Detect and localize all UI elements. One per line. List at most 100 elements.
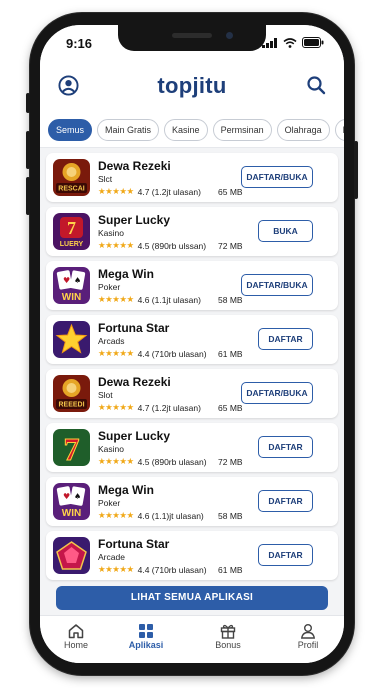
chip-olahraga[interactable]: Olahraga [276, 119, 330, 141]
svg-text:♠: ♠ [74, 492, 81, 501]
app-name: Mega Win [98, 483, 154, 497]
register-button[interactable]: DAFTAR [258, 544, 313, 566]
rating-stars: ★★★★★ [98, 186, 134, 196]
register-open-button[interactable]: DAFTAR/BUKA [241, 166, 313, 188]
rating-stars: ★★★★★ [98, 240, 134, 250]
register-open-button[interactable]: DAFTAR/BUKA [241, 274, 313, 296]
phone-frame: 9:16 topjitu Semus Main Gratis Kasine Pe… [26, 13, 358, 675]
app-card[interactable]: RESCAI Dewa Rezeki Slct ★★★★★ 4.7 (1.2jt … [46, 153, 338, 202]
svg-text:♥: ♥ [63, 276, 70, 285]
wifi-icon [283, 37, 297, 48]
app-rating: 4.5 (890rb ulssan) [137, 240, 207, 251]
silent-switch [26, 93, 30, 113]
app-card[interactable]: 7 LUERY Super Lucky Kasino ★★★★★ 4.5 (890… [46, 207, 338, 256]
dewa-rezeki-icon: REEEDI [53, 375, 90, 412]
chip-main-gratis[interactable]: Main Gratis [97, 119, 160, 141]
register-open-button[interactable]: DAFTAR/BUKA [241, 382, 313, 404]
super-lucky-icon: 7 LUERY [53, 213, 90, 250]
tab-home[interactable]: Home [46, 622, 106, 650]
app-name: Dewa Rezeki [98, 159, 171, 173]
app-rating: 4.6 (1.1)jt ulasan) [137, 510, 204, 521]
rating-stars: ★★★★★ [98, 294, 134, 304]
tab-aplikasi[interactable]: Aplikasi [116, 622, 176, 650]
app-card[interactable]: 7 Super Lucky Kasino ★★★★★ 4.5 (890rb ula… [46, 423, 338, 472]
chip-lainnya[interactable]: Laimy [334, 119, 344, 141]
volume-up-button [26, 131, 30, 169]
app-size: 72 MB [218, 241, 243, 251]
app-rating: 4.4 (710rb ulasan) [137, 564, 207, 575]
app-name: Mega Win [98, 267, 154, 281]
category-chips: Semus Main Gratis Kasine Permsinan Olahr… [40, 113, 344, 148]
svg-text:WIN: WIN [62, 292, 81, 303]
app-name: Super Lucky [98, 213, 171, 227]
search-icon[interactable] [306, 75, 326, 95]
screen: 9:16 topjitu Semus Main Gratis Kasine Pe… [40, 25, 344, 663]
chip-semua[interactable]: Semus [48, 119, 93, 141]
tab-profil[interactable]: Profil [278, 622, 338, 650]
brand-logo[interactable]: topjitu [40, 73, 344, 99]
app-size: 72 MB [218, 457, 243, 467]
app-rating: 4.7 (1.2jt ulasan) [137, 402, 201, 413]
app-name: Fortuna Star [98, 537, 170, 551]
app-category: Arcade [98, 552, 125, 562]
app-header: topjitu [40, 61, 344, 113]
rating-stars: ★★★★★ [98, 456, 134, 466]
app-size: 65 MB [218, 403, 243, 413]
svg-text:RESCAI: RESCAI [58, 186, 85, 193]
app-rating: 4.7 (1.2jt ulasan) [137, 186, 201, 197]
dewa-rezeki-icon: RESCAI [53, 159, 90, 196]
app-rating: 4.5 (890rb ulasan) [137, 456, 207, 467]
app-size: 65 MB [218, 187, 243, 197]
app-size: 58 MB [218, 511, 243, 521]
svg-text:WIN: WIN [62, 508, 81, 519]
user-icon [301, 624, 315, 639]
gift-icon [220, 624, 236, 639]
open-button[interactable]: BUKA [258, 220, 313, 242]
app-card[interactable]: Fortuna Star Arcads ★★★★★ 4.4 (710rb ulas… [46, 315, 338, 364]
battery-icon [302, 37, 324, 48]
tab-label: Aplikasi [128, 640, 164, 650]
svg-text:♠: ♠ [74, 276, 81, 285]
app-card[interactable]: REEEDI Dewa Rezeki Slot ★★★★★ 4.7 (1.2jt … [46, 369, 338, 418]
bottom-tab-bar: Home Aplikasi Bonus Profil [40, 615, 344, 663]
svg-text:7: 7 [67, 218, 76, 238]
tab-bonus[interactable]: Bonus [198, 622, 258, 650]
register-button[interactable]: DAFTAR [258, 436, 313, 458]
grid-icon [139, 624, 153, 638]
app-rating: 4.4 (710rb ulasan) [137, 348, 207, 359]
app-card[interactable]: ♥ ♠ WIN Mega Win Poker ★★★★★ 4.6 (1.1)jt … [46, 477, 338, 526]
chip-kasino[interactable]: Kasine [164, 119, 208, 141]
status-time: 9:16 [66, 36, 93, 51]
app-category: Poker [98, 498, 121, 508]
app-card[interactable]: Fortuna Star Arcade ★★★★★ 4.4 (710rb ulas… [46, 531, 338, 580]
app-name: Super Lucky [98, 429, 171, 443]
volume-down-button [26, 177, 30, 215]
app-size: 61 MB [218, 349, 243, 359]
mega-win-icon: ♥ ♠ WIN [53, 483, 90, 520]
chip-permainan[interactable]: Permsinan [212, 119, 272, 141]
svg-text:7: 7 [64, 431, 80, 466]
tab-label: Profil [297, 640, 319, 650]
tab-label: Bonus [215, 640, 241, 650]
notch [118, 25, 266, 51]
app-size: 61 MB [218, 565, 243, 575]
power-button [354, 141, 358, 199]
app-name: Fortuna Star [98, 321, 170, 335]
svg-text:♥: ♥ [63, 492, 70, 501]
app-category: Kasino [98, 228, 124, 238]
see-all-apps-button[interactable]: LIHAT SEMUA APLIKASI [56, 586, 328, 610]
svg-text:LUERY: LUERY [60, 241, 84, 248]
tab-label: Home [63, 640, 88, 650]
rating-stars: ★★★★★ [98, 564, 134, 574]
app-card[interactable]: ♥ ♠ WIN Mega Win Poker ★★★★★ 4.6 (1.1jt u… [46, 261, 338, 310]
register-button[interactable]: DAFTAR [258, 328, 313, 350]
app-category: Slct [98, 174, 113, 184]
fortuna-star-icon [53, 537, 90, 574]
fortuna-star-icon [53, 321, 90, 358]
app-category: Kasino [98, 444, 124, 454]
rating-stars: ★★★★★ [98, 348, 134, 358]
rating-stars: ★★★★★ [98, 402, 134, 412]
home-icon [68, 624, 84, 639]
super-lucky-icon: 7 [53, 429, 90, 466]
register-button[interactable]: DAFTAR [258, 490, 313, 512]
